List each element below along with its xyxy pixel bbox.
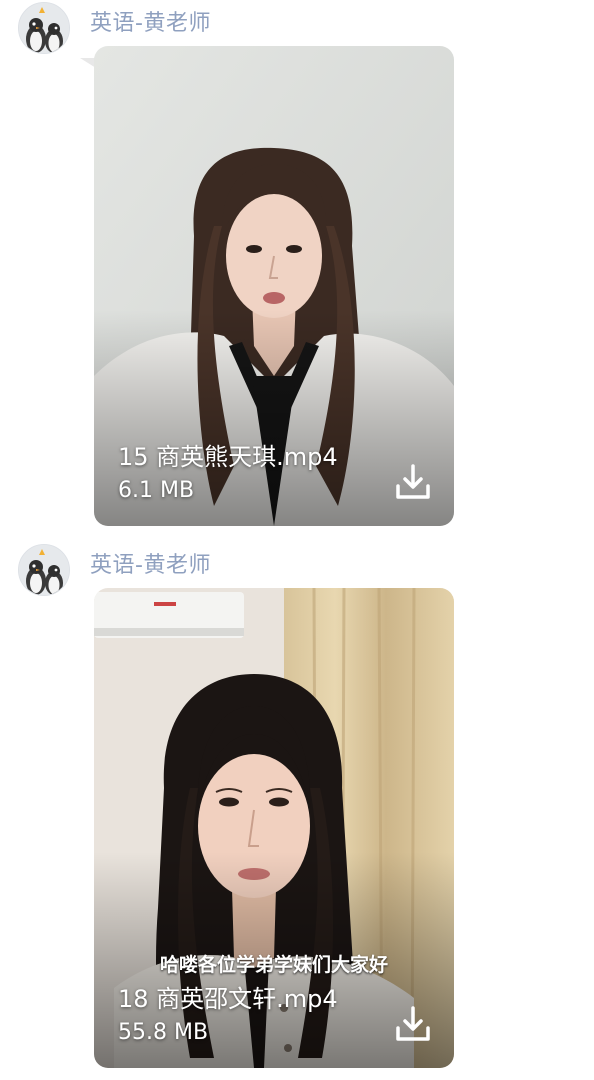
download-icon[interactable] [394,462,432,502]
video-file-name: 15 商英熊天琪.mp4 [118,443,338,471]
sender-avatar[interactable] [18,544,70,596]
chat-message-list: 英语-黄老师 15 商英熊天琪.mp4 6.1 MB 英语-黄老师 哈喽各位学弟… [0,0,594,1080]
download-icon[interactable] [394,1004,432,1044]
video-subtitle: 哈喽各位学弟学妹们大家好 [159,954,388,976]
chat-message: 英语-黄老师 [0,0,594,530]
sender-name: 英语-黄老师 [90,11,211,36]
video-file-size: 55.8 MB [118,1020,209,1045]
video-file-info: 18 商英邵文轩.mp4 55.8 MB [118,982,338,1050]
video-file-size: 6.1 MB [118,478,195,503]
chat-message: 英语-黄老师 [0,542,594,1080]
penguin-avatar-icon [19,545,69,595]
video-message-card[interactable]: 哈喽各位学弟学妹们大家好 18 商英邵文轩.mp4 55.8 MB [94,588,454,1068]
sender-avatar[interactable] [18,2,70,54]
video-file-name: 18 商英邵文轩.mp4 [118,985,338,1013]
sender-name: 英语-黄老师 [90,553,211,578]
video-message-card[interactable]: 15 商英熊天琪.mp4 6.1 MB [94,46,454,526]
video-file-info: 15 商英熊天琪.mp4 6.1 MB [118,440,338,508]
penguin-avatar-icon [19,3,69,53]
